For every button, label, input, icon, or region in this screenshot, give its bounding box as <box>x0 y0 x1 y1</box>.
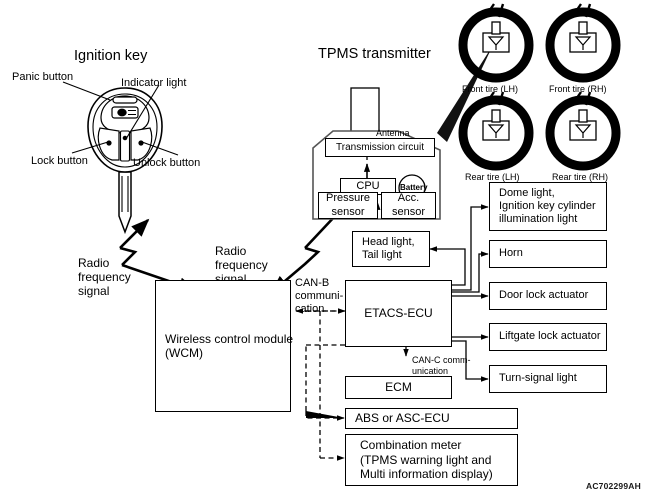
wireless-control-module-box: Wireless control module (WCM) <box>155 280 294 412</box>
acc-sensor-label: Acc. sensor <box>391 192 426 218</box>
tire-label-front-rh: Front tire (RH) <box>549 84 607 94</box>
indicator-light-label: Indicator light <box>121 77 187 89</box>
pressure-sensor-box: Pressure sensor <box>318 192 378 219</box>
wcm-label: Wireless control module (WCM) <box>165 331 294 360</box>
unlock-button-label: Unlock button <box>133 157 201 169</box>
tire-front-rh <box>545 3 621 83</box>
panic-button-label: Panic button <box>12 71 74 83</box>
ignition-key-title: Ignition key <box>74 48 148 64</box>
transmission-circuit-label: Transmission circuit <box>336 141 424 153</box>
etacs-ecu-box: ETACS-ECU <box>345 280 452 347</box>
output-box-liftgate-lock-actuator: Liftgate lock actuator <box>489 323 607 351</box>
ecm-label: ECM <box>385 380 412 395</box>
dome-light-label: Dome light, Ignition key cylinder illumi… <box>499 186 596 226</box>
tire-rear-lh <box>458 91 534 171</box>
can-c-label: CAN-C comm- unication <box>412 355 471 376</box>
tire-label-front-lh: Front tire (LH) <box>462 84 519 94</box>
can-b-label: CAN-B communi- cation <box>295 277 344 315</box>
acc-sensor-box: Acc. sensor <box>381 192 436 219</box>
output-box-turn-signal-light: Turn-signal light <box>489 365 607 393</box>
diagram-canvas: Ignition key Panic button Indicator ligh… <box>0 0 657 500</box>
output-box-head-tail-light: Head light, Tail light <box>352 231 430 267</box>
part-number: AC702299AH <box>586 481 641 491</box>
rf-signal-label-left: Radio frequency signal <box>78 256 131 299</box>
tire-front-lh <box>458 3 534 83</box>
combination-meter-label: Combination meter (TPMS warning light an… <box>360 438 493 482</box>
output-box-dome-light: Dome light, Ignition key cylinder illumi… <box>489 182 607 231</box>
horn-label: Horn <box>499 247 523 260</box>
turn-signal-light-label: Turn-signal light <box>499 372 577 385</box>
head-tail-light-label: Head light, Tail light <box>362 235 415 261</box>
pressure-sensor-label: Pressure sensor <box>325 192 371 218</box>
door-lock-actuator-label: Door lock actuator <box>499 289 589 302</box>
tpms-transmitter-title: TPMS transmitter <box>318 46 431 62</box>
etacs-ecu-label: ETACS-ECU <box>364 306 433 321</box>
output-box-door-lock-actuator: Door lock actuator <box>489 282 607 310</box>
combination-meter-box: Combination meter (TPMS warning light an… <box>345 434 518 486</box>
abs-asc-ecu-box: ABS or ASC-ECU <box>345 408 518 429</box>
ecm-box: ECM <box>345 376 452 399</box>
tire-rear-rh <box>545 91 621 171</box>
lock-button-label: Lock button <box>31 155 88 167</box>
abs-asc-ecu-label: ABS or ASC-ECU <box>355 411 450 426</box>
output-box-horn: Horn <box>489 240 607 268</box>
liftgate-lock-actuator-label: Liftgate lock actuator <box>499 330 601 343</box>
transmission-circuit-box: Transmission circuit <box>325 138 435 157</box>
